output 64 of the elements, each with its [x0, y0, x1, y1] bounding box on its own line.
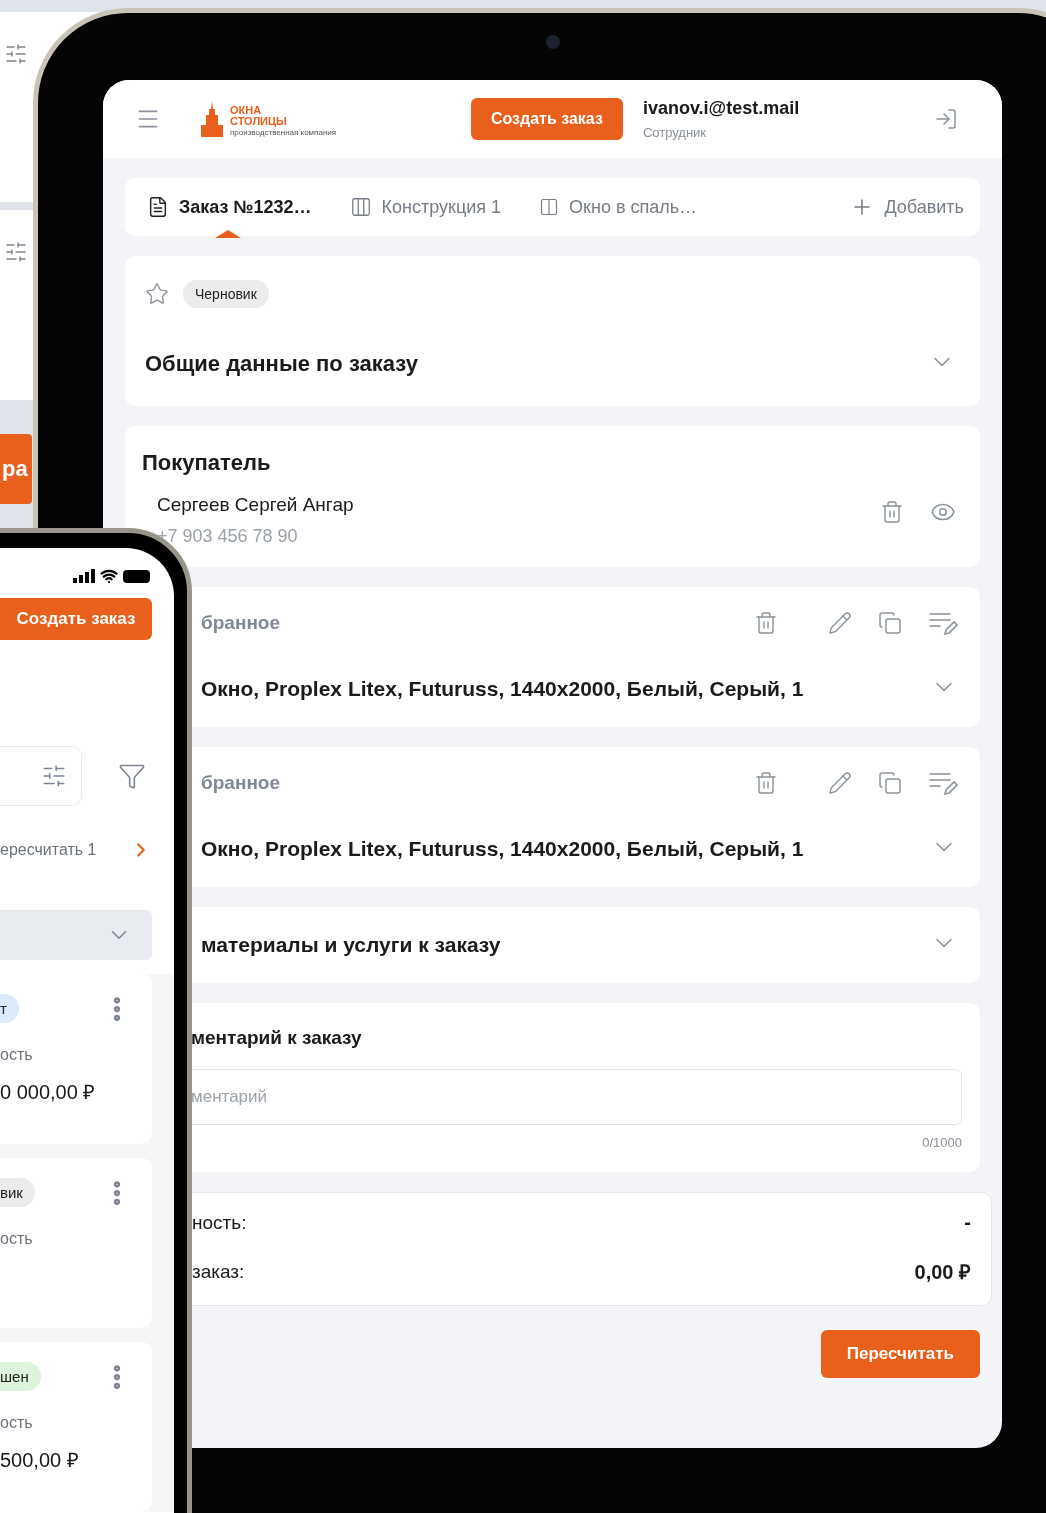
buyer-name: Сергеев Сергей Ангар [157, 494, 354, 516]
camera-icon [546, 35, 560, 49]
brand-name: ОКНА [230, 105, 263, 116]
create-order-button[interactable]: Создать заказ [0, 598, 152, 640]
status-chip: вик [0, 1178, 35, 1207]
trash-icon[interactable] [880, 499, 904, 524]
order-label: ость [0, 1046, 34, 1064]
comment-field[interactable]: ментарий [191, 1069, 962, 1125]
section-title: Общие данные по заказу [145, 351, 418, 377]
order-amount: 500,00 ₽ [0, 1448, 80, 1473]
search-field[interactable] [0, 746, 82, 806]
status-chip: Черновик [183, 280, 269, 308]
tab[interactable]: Конструкция 1 [349, 196, 502, 218]
recalculate-notice: ересчитать 1 [0, 841, 97, 859]
tab[interactable]: Заказ №1232… [147, 196, 312, 218]
buyer-phone: +7 903 456 78 90 [157, 526, 299, 547]
order-label: ость [0, 1230, 34, 1248]
user-email: ivanov.i@test.mail [642, 98, 800, 119]
copy-icon[interactable] [878, 611, 902, 635]
order-amount: 0 000,00 ₽ [0, 1080, 97, 1105]
wifi-icon [100, 567, 118, 585]
copy-icon[interactable] [878, 771, 902, 795]
star-icon[interactable] [145, 282, 169, 306]
section-title: Покупатель [142, 450, 271, 476]
status-chip: шен [0, 1362, 41, 1391]
logout-icon[interactable] [934, 107, 958, 131]
active-tab-indicator [215, 230, 241, 238]
section-title: материалы и услуги к заказу [201, 933, 501, 957]
construction-title: Окно, Proplex Litex, Futuruss, 1440x2000, Белый, Серый, 1 [201, 677, 804, 701]
pencil-icon[interactable] [828, 771, 852, 795]
tab[interactable]: Окно в спаль… [539, 196, 698, 218]
total-label: заказ: [192, 1260, 245, 1283]
document-icon [147, 196, 169, 218]
action-button[interactable]: ра [0, 434, 32, 504]
signal-icon [73, 569, 95, 583]
brand-tagline: производственная компания [230, 129, 337, 137]
window-frame-icon [539, 197, 560, 217]
character-counter: 0/1000 [922, 1135, 962, 1150]
battery-icon [123, 569, 150, 583]
sliders-icon[interactable] [4, 42, 28, 66]
filter-icon[interactable] [118, 762, 146, 790]
recalculate-button[interactable]: Пересчитать [820, 1330, 980, 1378]
order-card[interactable]: вик ость [0, 1158, 152, 1328]
user-role: Сотрудник [642, 125, 708, 140]
construction-label: бранное [201, 612, 281, 634]
brand-name: СТОЛИЦЫ [230, 116, 288, 127]
section-title: ментарий к заказу [191, 1027, 362, 1049]
status-chip: т [0, 994, 19, 1023]
total-value: 0,00 ₽ [914, 1260, 971, 1285]
window-frame-icon [349, 196, 372, 218]
order-label: ость [0, 1414, 34, 1432]
add-tab[interactable]: Добавить [850, 195, 964, 219]
create-order-button[interactable]: Создать заказ [470, 98, 623, 140]
sliders-icon[interactable] [41, 763, 67, 789]
pencil-icon[interactable] [828, 611, 852, 635]
total-label: ность: [192, 1211, 247, 1234]
trash-icon[interactable] [754, 611, 778, 635]
order-card[interactable]: т ость 0 000,00 ₽ [0, 974, 152, 1144]
construction-title: Окно, Proplex Litex, Futuruss, 1440x2000, Белый, Серый, 1 [201, 837, 804, 861]
order-card[interactable]: шен ость 500,00 ₽ [0, 1342, 152, 1512]
trash-icon[interactable] [754, 771, 778, 795]
construction-label: бранное [201, 772, 281, 794]
total-value: - [964, 1211, 971, 1234]
sliders-icon[interactable] [4, 240, 28, 264]
